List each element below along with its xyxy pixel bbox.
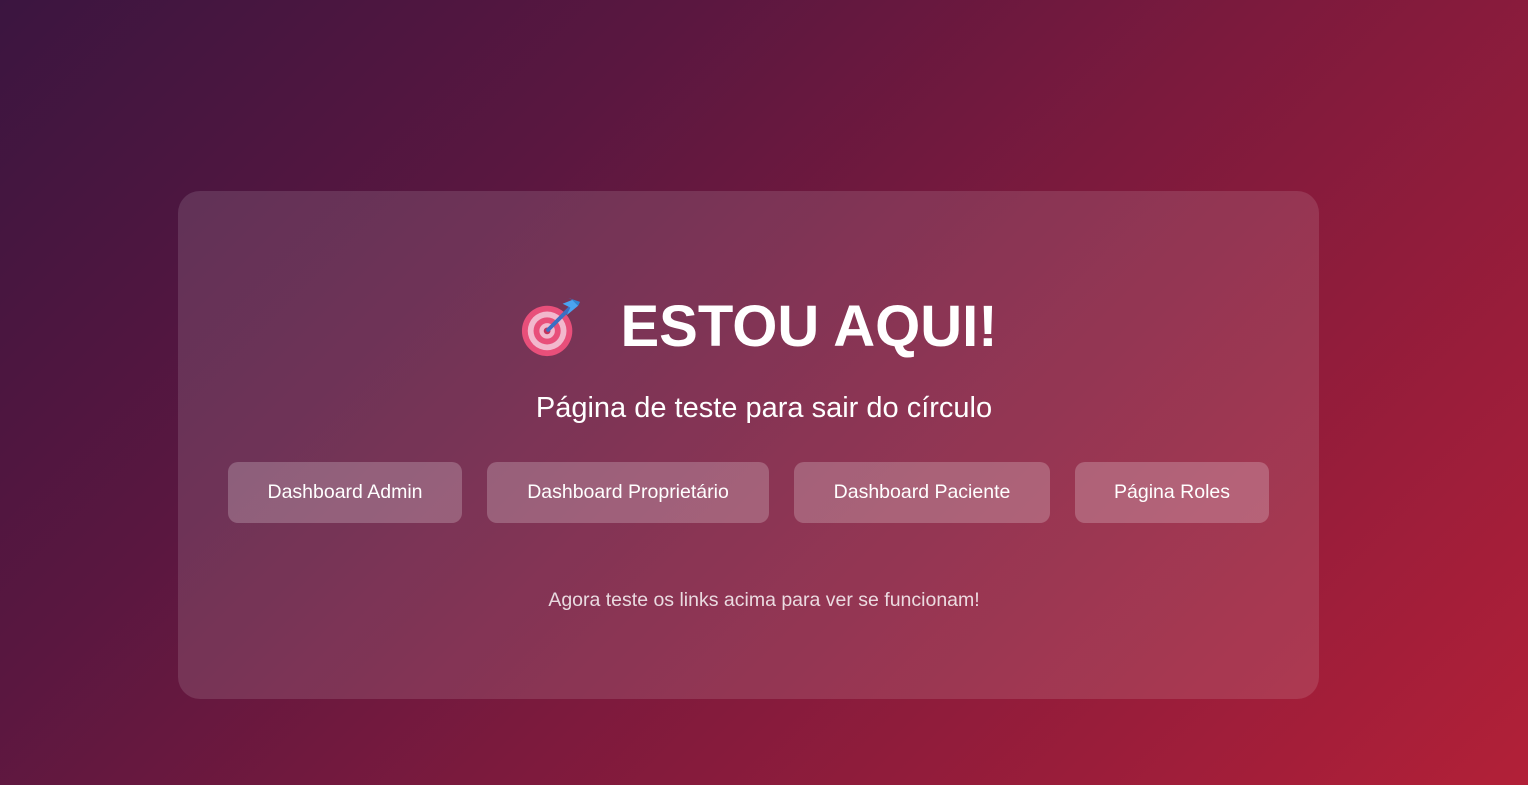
title-row: ESTOU AQUI! (0, 292, 1528, 362)
pagina-roles-button[interactable]: Página Roles (1075, 462, 1269, 523)
dashboard-links: Dashboard Admin Dashboard Proprietário D… (228, 462, 1269, 523)
page-title: ESTOU AQUI! (620, 294, 998, 359)
dashboard-proprietario-button[interactable]: Dashboard Proprietário (487, 462, 769, 523)
dashboard-admin-button[interactable]: Dashboard Admin (228, 462, 462, 523)
main-card (178, 191, 1319, 699)
dashboard-paciente-button[interactable]: Dashboard Paciente (794, 462, 1050, 523)
target-dart-icon (522, 297, 581, 357)
footer-note: Agora teste os links acima para ver se f… (548, 589, 980, 611)
page-subtitle: Página de teste para sair do círculo (535, 392, 993, 424)
